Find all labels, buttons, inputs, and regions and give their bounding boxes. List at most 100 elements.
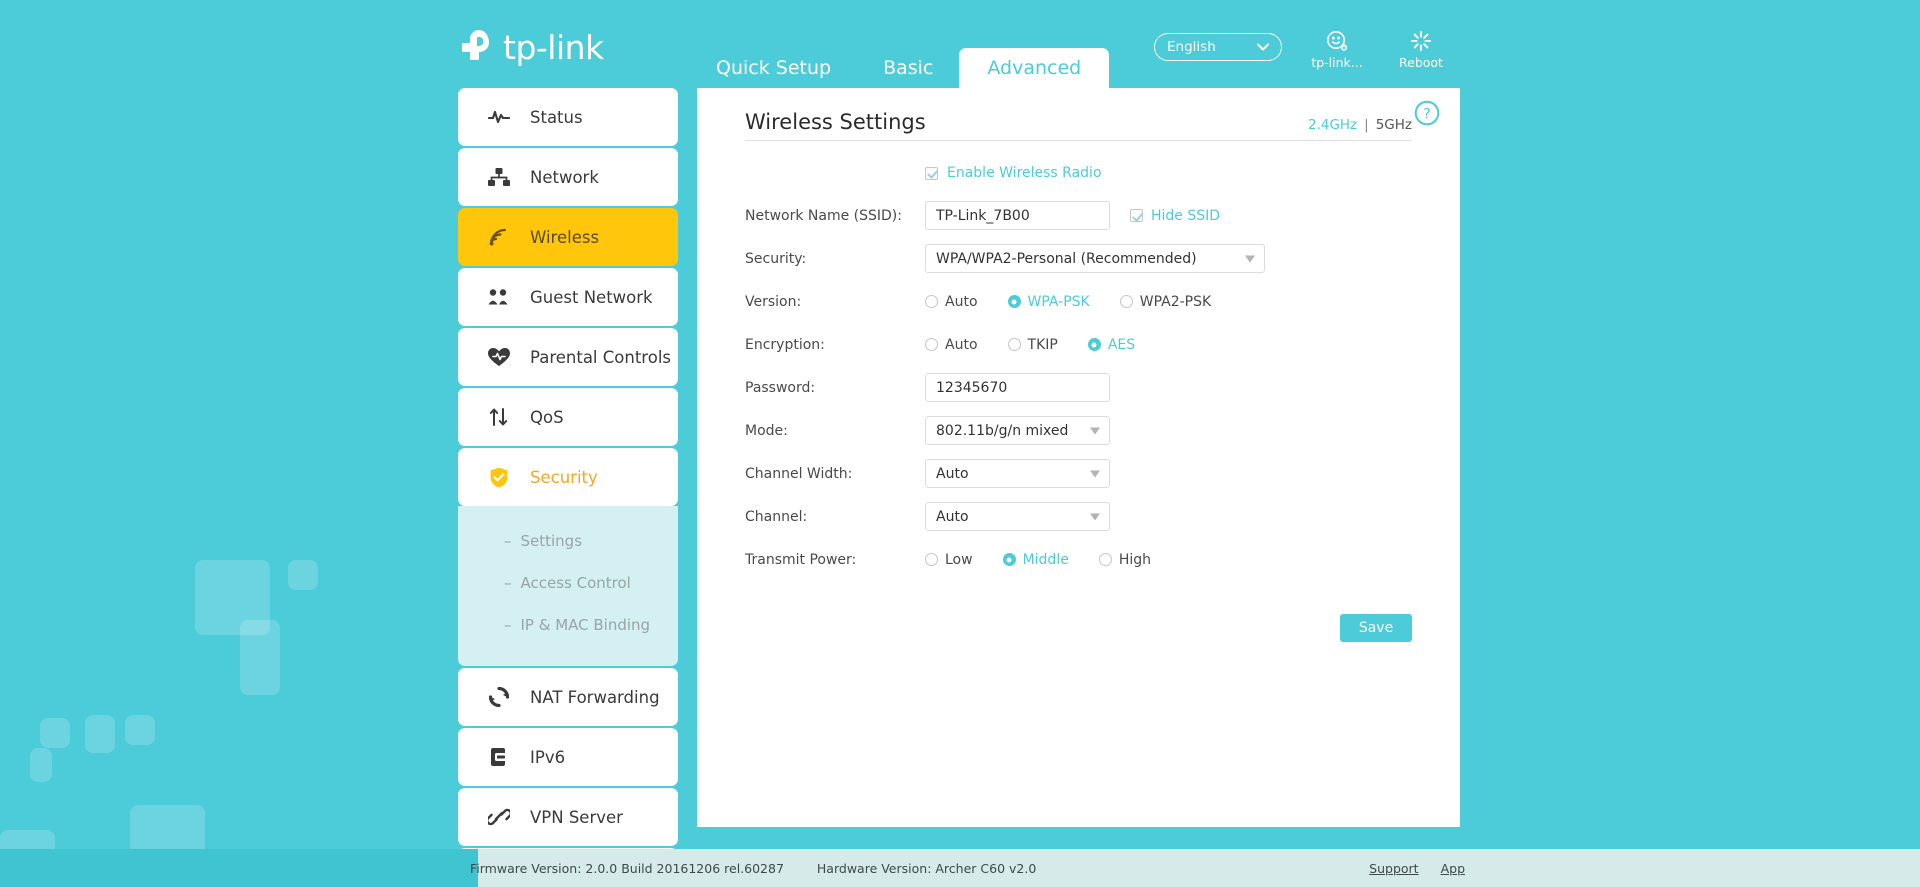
- radio-label: Low: [945, 551, 973, 568]
- channel-width-label: Channel Width:: [745, 465, 853, 482]
- sidebar-item-guest-network[interactable]: Guest Network: [458, 268, 678, 326]
- radio-label: TKIP: [1027, 336, 1058, 353]
- hide-ssid-row[interactable]: Hide SSID: [1130, 208, 1220, 224]
- enable-wireless-radio-label: Enable Wireless Radio: [947, 165, 1102, 181]
- security-submenu: – Settings – Access Control – IP & MAC B…: [458, 506, 678, 666]
- channel-label: Channel:: [745, 508, 808, 525]
- field-row-security: Security: WPA/WPA2-Personal (Recommended…: [745, 244, 1412, 273]
- tab-basic[interactable]: Basic: [857, 48, 959, 88]
- submenu-item-label: IP & MAC Binding: [520, 616, 651, 634]
- tab-advanced[interactable]: Advanced: [959, 48, 1110, 88]
- channel-select-value: Auto: [936, 508, 969, 525]
- radio-indicator: [1119, 295, 1133, 308]
- save-button[interactable]: Save: [1340, 614, 1412, 642]
- radio-indicator: [1087, 338, 1101, 351]
- password-input[interactable]: [925, 373, 1110, 402]
- ssid-input[interactable]: [925, 201, 1110, 230]
- chevron-down-icon: [1245, 255, 1255, 262]
- channel-select[interactable]: Auto: [925, 502, 1110, 531]
- svg-text:?: ?: [1423, 106, 1431, 122]
- sidebar-item-qos[interactable]: QoS: [458, 388, 678, 446]
- tplink-cloud-label: tp-link...: [1311, 55, 1363, 70]
- encryption-option-auto[interactable]: Auto: [925, 337, 978, 353]
- ssid-label: Network Name (SSID):: [745, 207, 902, 224]
- network-icon: [488, 168, 510, 186]
- content-header: Wireless Settings 2.4GHz | 5GHz ?: [745, 88, 1440, 141]
- submenu-item-access-control[interactable]: – Access Control: [458, 562, 678, 604]
- tab-quick-setup[interactable]: Quick Setup: [690, 48, 857, 88]
- sidebar-item-parental-controls[interactable]: Parental Controls: [458, 328, 678, 386]
- pulse-icon: [488, 109, 510, 125]
- page-title: Wireless Settings: [745, 110, 926, 134]
- sidebar-item-security[interactable]: Security: [458, 448, 678, 506]
- app-header: tp-link Quick Setup Basic Advanced Engli…: [0, 0, 1920, 88]
- version-option-auto[interactable]: Auto: [925, 294, 978, 310]
- enable-wireless-radio-row[interactable]: Enable Wireless Radio: [925, 165, 1412, 181]
- save-row: Save: [697, 614, 1460, 642]
- cloud-account-icon: [1325, 30, 1349, 52]
- field-row-ssid: Network Name (SSID): Hide SSID: [745, 201, 1412, 230]
- sidebar-item-label: Wireless: [530, 227, 600, 247]
- encryption-option-tkip[interactable]: TKIP: [1007, 336, 1058, 353]
- field-row-password: Password:: [745, 373, 1412, 402]
- radio-indicator: [925, 338, 938, 351]
- reboot-label: Reboot: [1399, 55, 1443, 70]
- hide-ssid-checkbox[interactable]: [1130, 209, 1143, 222]
- version-option-wpa-psk[interactable]: WPA-PSK: [1007, 293, 1090, 310]
- radio-label: Auto: [945, 293, 978, 310]
- wifi-icon: [488, 228, 510, 246]
- reboot-button[interactable]: Reboot: [1392, 30, 1450, 70]
- version-option-wpa2-psk[interactable]: WPA2-PSK: [1119, 294, 1211, 310]
- band-separator: |: [1364, 117, 1369, 133]
- tplink-logo-text: tp-link: [503, 27, 604, 67]
- chevron-down-icon: [1090, 513, 1100, 520]
- band-24ghz[interactable]: 2.4GHz: [1308, 117, 1357, 133]
- help-icon[interactable]: ?: [1414, 100, 1440, 130]
- mode-select[interactable]: 802.11b/g/n mixed: [925, 416, 1110, 445]
- sidebar-item-network[interactable]: Network: [458, 148, 678, 206]
- footer-links: Support App: [1369, 861, 1465, 876]
- hide-ssid-label: Hide SSID: [1151, 207, 1221, 224]
- header-utilities: English tp-link... Reboot: [1154, 30, 1920, 70]
- field-row-version: Version: Auto WPA-PSK WPA2-PSK: [745, 287, 1412, 316]
- main-tabs: Quick Setup Basic Advanced: [690, 48, 1110, 88]
- submenu-item-ip-mac-binding[interactable]: – IP & MAC Binding: [458, 604, 678, 646]
- support-link[interactable]: Support: [1369, 861, 1418, 876]
- transmit-power-option-high[interactable]: High: [1098, 551, 1152, 568]
- encryption-option-aes[interactable]: AES: [1087, 337, 1135, 353]
- channel-width-select[interactable]: Auto: [925, 459, 1110, 488]
- band-5ghz[interactable]: 5GHz: [1376, 117, 1412, 133]
- sidebar-item-label: VPN Server: [530, 807, 623, 827]
- enable-wireless-radio-checkbox[interactable]: [925, 166, 938, 180]
- tplink-cloud-button[interactable]: tp-link...: [1308, 30, 1366, 70]
- radio-label: High: [1118, 551, 1152, 568]
- radio-indicator: [925, 553, 938, 566]
- chevron-down-icon: [1090, 470, 1100, 477]
- transmit-power-option-middle[interactable]: Middle: [1002, 552, 1069, 568]
- transmit-power-option-low[interactable]: Low: [925, 552, 973, 568]
- sidebar-item-label: Security: [530, 467, 598, 487]
- sidebar-item-vpn-server[interactable]: VPN Server: [458, 788, 678, 846]
- security-select-value: WPA/WPA2-Personal (Recommended): [936, 250, 1197, 267]
- security-select[interactable]: WPA/WPA2-Personal (Recommended): [925, 244, 1265, 273]
- radio-label: WPA-PSK: [1027, 293, 1090, 310]
- language-select[interactable]: English: [1154, 33, 1282, 61]
- transmit-power-label: Transmit Power:: [745, 551, 857, 568]
- encryption-label: Encryption:: [745, 336, 825, 353]
- sidebar-item-wireless[interactable]: Wireless: [458, 208, 678, 266]
- radio-indicator: [925, 295, 938, 308]
- channel-width-select-value: Auto: [936, 465, 969, 482]
- sidebar-item-status[interactable]: Status: [458, 88, 678, 146]
- field-row-encryption: Encryption: Auto TKIP AES: [745, 330, 1412, 359]
- submenu-item-label: Access Control: [520, 574, 631, 592]
- sidebar-item-label: Status: [530, 107, 583, 127]
- sidebar-nav: Status Network Wireless Guest Network Pa…: [458, 88, 678, 887]
- radio-label: Auto: [945, 336, 978, 353]
- document-icon: [488, 747, 510, 767]
- transmit-power-radio-group: Low Middle High: [925, 552, 1173, 568]
- sidebar-item-nat-forwarding[interactable]: NAT Forwarding: [458, 668, 678, 726]
- sidebar-item-label: NAT Forwarding: [530, 687, 660, 707]
- sidebar-item-ipv6[interactable]: IPv6: [458, 728, 678, 786]
- app-link[interactable]: App: [1441, 861, 1465, 876]
- submenu-item-settings[interactable]: – Settings: [458, 520, 678, 562]
